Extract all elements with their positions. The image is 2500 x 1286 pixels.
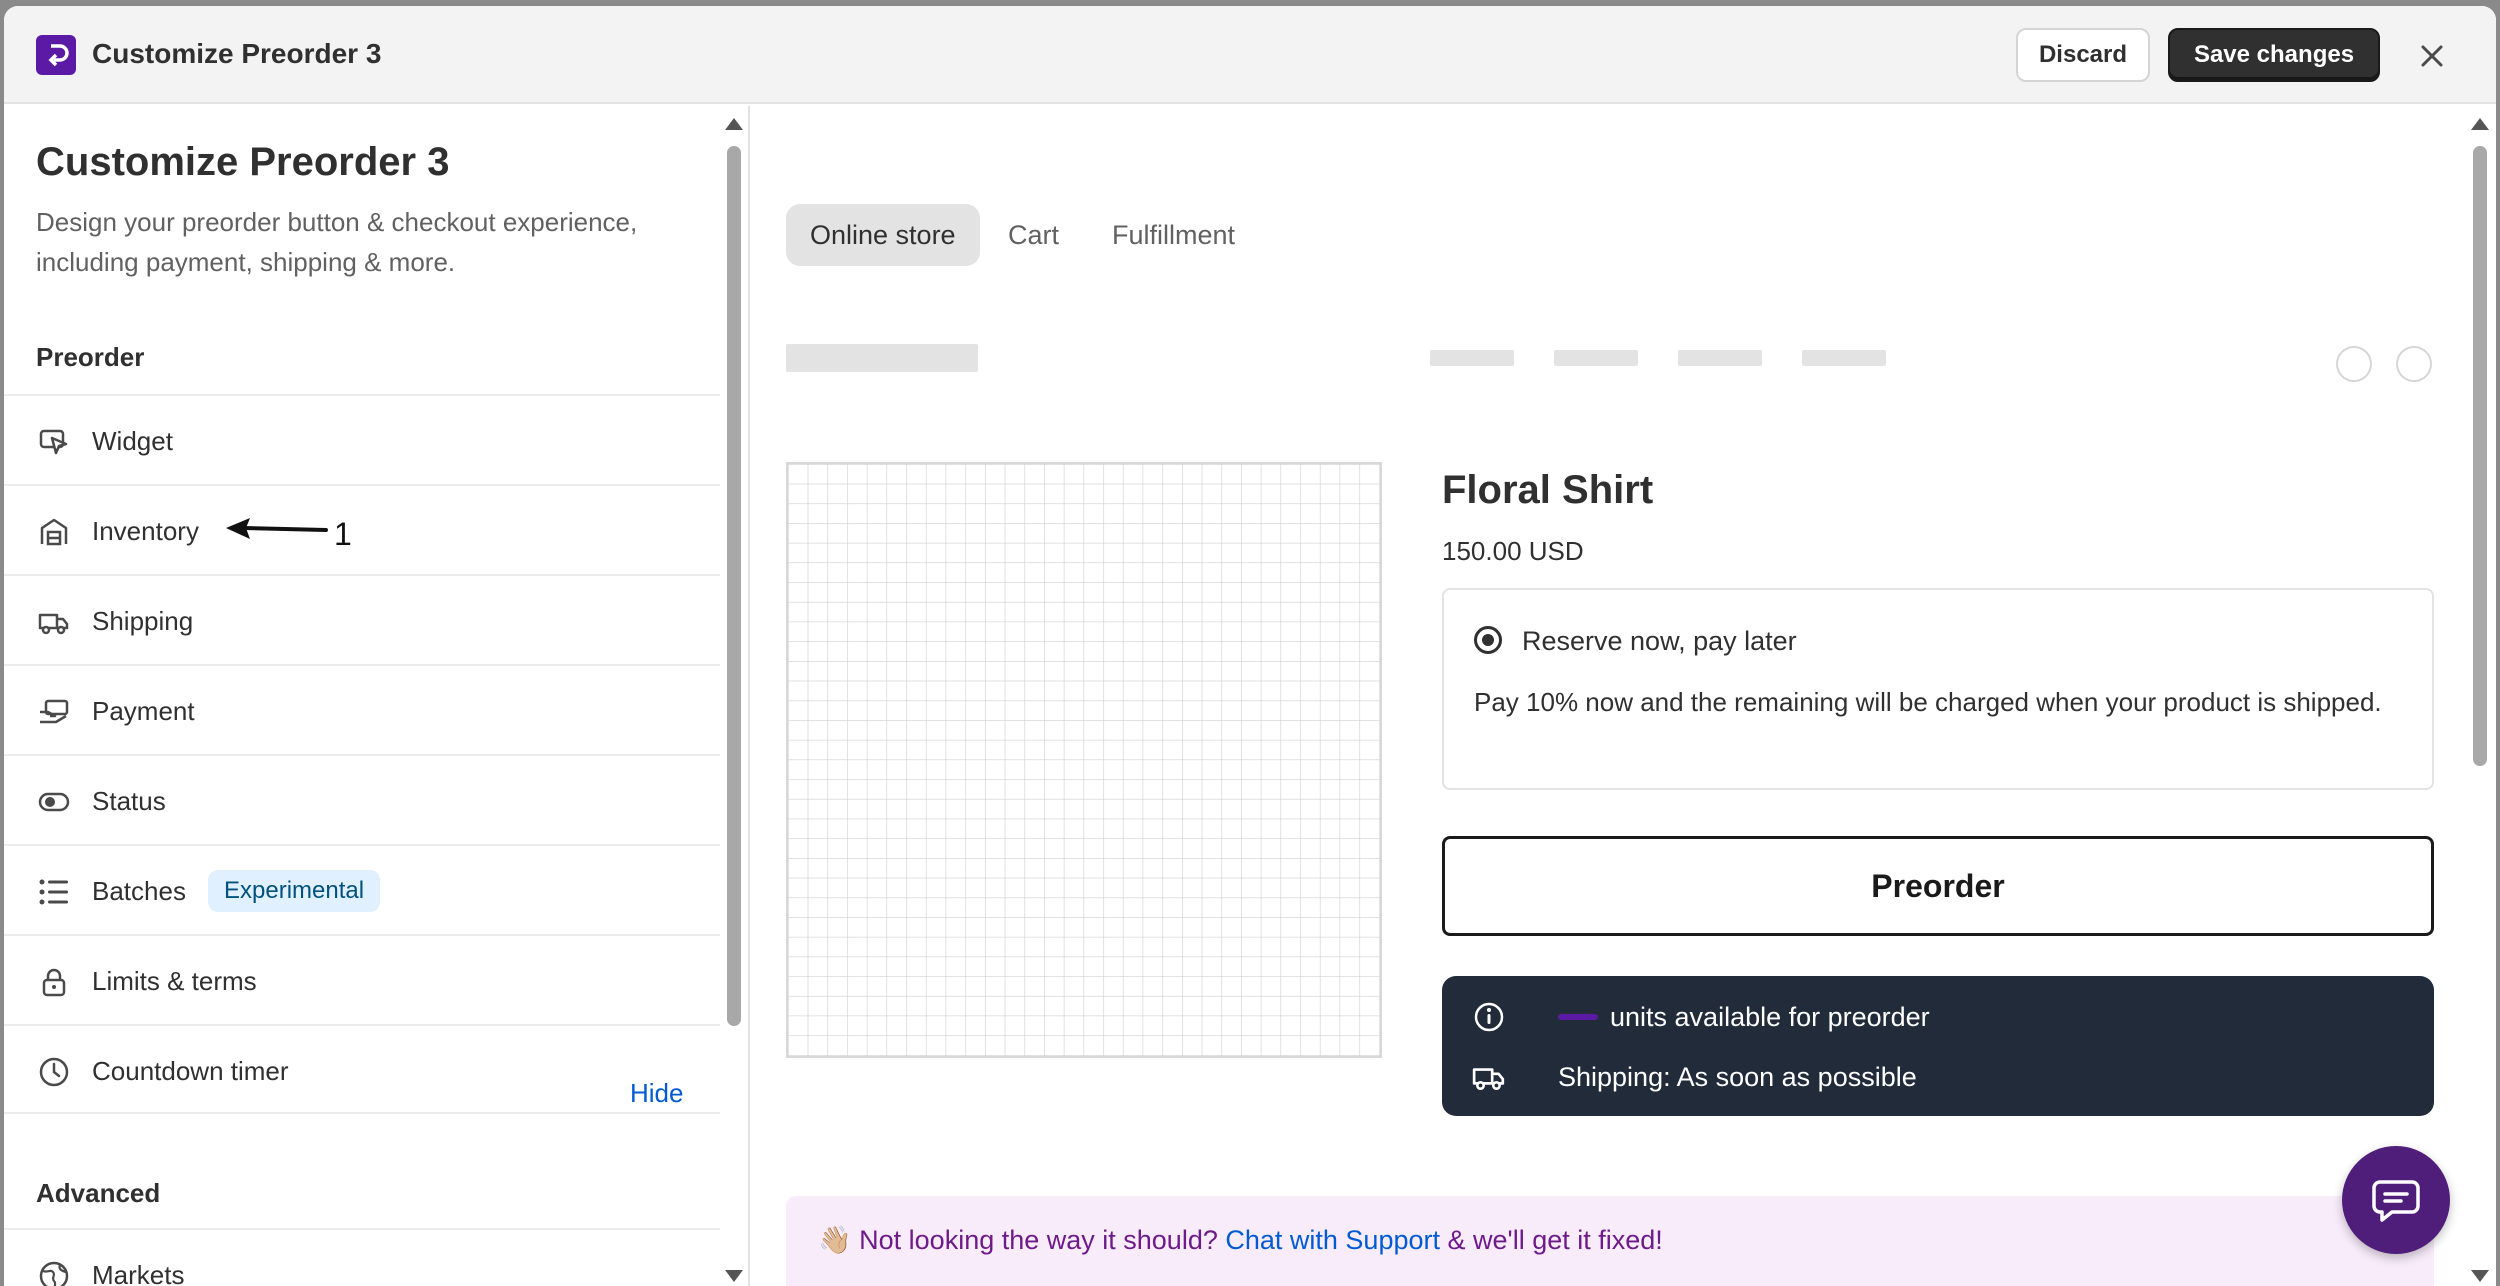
units-text: units available for preorder	[1610, 1002, 1930, 1032]
window-title: Customize Preorder 3	[92, 38, 382, 69]
banner-prefix: Not looking the way it should?	[859, 1225, 1218, 1255]
sidebar-item-label: Widget	[92, 426, 173, 456]
skeleton-nav-link	[1430, 350, 1514, 366]
option-title: Reserve now, pay later	[1522, 626, 1797, 656]
product-title: Floral Shirt	[1442, 468, 1654, 512]
scroll-down-icon[interactable]	[725, 1270, 743, 1282]
experimental-badge: Experimental	[208, 870, 381, 912]
product-image-placeholder	[786, 462, 1382, 1058]
clock-icon	[38, 1056, 70, 1088]
preorder-button[interactable]: Preorder	[1442, 836, 2434, 936]
sidebar-item-label: Inventory	[92, 516, 199, 546]
chat-bubble-icon	[2372, 1180, 2420, 1222]
sidebar-item-label: Batches	[92, 876, 186, 906]
sidebar-item-label: Limits & terms	[92, 966, 257, 996]
modal-header: Customize Preorder 3 Discard Save change…	[4, 6, 2496, 104]
close-icon[interactable]	[2412, 36, 2452, 76]
delivery-truck-icon	[1472, 1060, 1506, 1094]
sidebar-item-label: Payment	[92, 696, 195, 726]
lock-icon	[38, 966, 70, 998]
section-heading-advanced: Advanced	[36, 1178, 161, 1208]
info-icon	[1472, 1000, 1506, 1034]
product-price: 150.00 USD	[1442, 536, 1584, 566]
support-banner: 👋🏼 Not looking the way it should? Chat w…	[786, 1196, 2434, 1286]
sidebar-item-shipping[interactable]: Shipping	[4, 574, 720, 664]
preview-panel: Online store Cart Fulfillment Floral Shi…	[752, 106, 2496, 1286]
preorder-info-box: units available for preorder Shipping: A…	[1442, 976, 2434, 1116]
scrollbar-thumb[interactable]	[727, 146, 741, 1026]
sidebar-item-widget[interactable]: Widget	[4, 394, 720, 484]
support-banner-text: 👋🏼 Not looking the way it should? Chat w…	[818, 1224, 1663, 1256]
sidebar-description: Design your preorder button & checkout e…	[36, 207, 638, 277]
sidebar-item-markets[interactable]: Markets	[4, 1228, 720, 1286]
delivery-truck-icon	[38, 606, 70, 638]
scroll-up-icon[interactable]	[2471, 118, 2489, 130]
annotation-number: 1	[334, 516, 352, 552]
app-logo-icon	[36, 35, 76, 75]
sidebar-scrollbar[interactable]	[722, 106, 746, 1286]
scrollbar-thumb[interactable]	[2473, 146, 2487, 766]
settings-sidebar: Customize Preorder 3 Design your preorde…	[4, 106, 750, 1286]
skeleton-nav-link	[1802, 350, 1886, 366]
skeleton-search-icon	[2336, 346, 2372, 382]
sidebar-item-limits-terms[interactable]: Limits & terms	[4, 934, 720, 1024]
cursor-pointer-icon	[38, 426, 70, 458]
sidebar-item-label: Markets	[92, 1260, 185, 1286]
preview-scrollbar[interactable]	[2468, 106, 2492, 1286]
units-count-placeholder	[1558, 1014, 1598, 1020]
customize-modal: Customize Preorder 3 Discard Save change…	[4, 6, 2496, 1286]
skeleton-nav-link	[1554, 350, 1638, 366]
banner-suffix: & we'll get it fixed!	[1447, 1225, 1663, 1255]
skeleton-logo	[786, 344, 978, 372]
tab-fulfillment[interactable]: Fulfillment	[1112, 204, 1235, 266]
payment-option-card[interactable]: Reserve now, pay later Pay 10% now and t…	[1442, 588, 2434, 790]
chat-support-button[interactable]	[2342, 1146, 2450, 1254]
skeleton-cart-icon	[2396, 346, 2432, 382]
save-changes-button[interactable]: Save changes	[2168, 28, 2380, 82]
sidebar-item-label: Countdown timer	[92, 1056, 289, 1086]
sidebar-item-inventory[interactable]: Inventory	[4, 484, 720, 574]
sidebar-title: Customize Preorder 3	[36, 140, 450, 184]
hand-money-icon	[38, 696, 70, 728]
shipping-text: Shipping: As soon as possible	[1558, 1062, 1917, 1092]
hide-advanced-link[interactable]: Hide	[630, 1078, 683, 1109]
annotation-arrow-icon	[224, 514, 328, 549]
skeleton-nav-link	[1678, 350, 1762, 366]
radio-selected-icon[interactable]	[1474, 626, 1502, 654]
globe-icon	[38, 1260, 70, 1286]
option-description: Pay 10% now and the remaining will be ch…	[1474, 687, 2382, 717]
sidebar-item-status[interactable]: Status	[4, 754, 720, 844]
list-icon	[38, 876, 70, 908]
waving-hand-icon: 👋🏼	[818, 1225, 852, 1255]
chat-with-support-link[interactable]: Chat with Support	[1225, 1225, 1440, 1255]
sidebar-item-label: Shipping	[92, 606, 194, 636]
section-heading-preorder: Preorder	[36, 342, 145, 372]
sidebar-item-payment[interactable]: Payment	[4, 664, 720, 754]
discard-button[interactable]: Discard	[2016, 28, 2150, 82]
sidebar-item-label: Status	[92, 786, 166, 816]
scroll-down-icon[interactable]	[2471, 1270, 2489, 1282]
tab-cart[interactable]: Cart	[1008, 204, 1059, 266]
sidebar-item-countdown-timer[interactable]: Countdown timer	[4, 1024, 720, 1114]
toggle-icon	[38, 786, 70, 818]
grid-pattern-icon	[788, 464, 1380, 1056]
warehouse-icon	[38, 516, 70, 548]
sidebar-item-batches[interactable]: Batches Experimental	[4, 844, 720, 934]
tab-online-store[interactable]: Online store	[786, 204, 980, 266]
scroll-up-icon[interactable]	[725, 118, 743, 130]
